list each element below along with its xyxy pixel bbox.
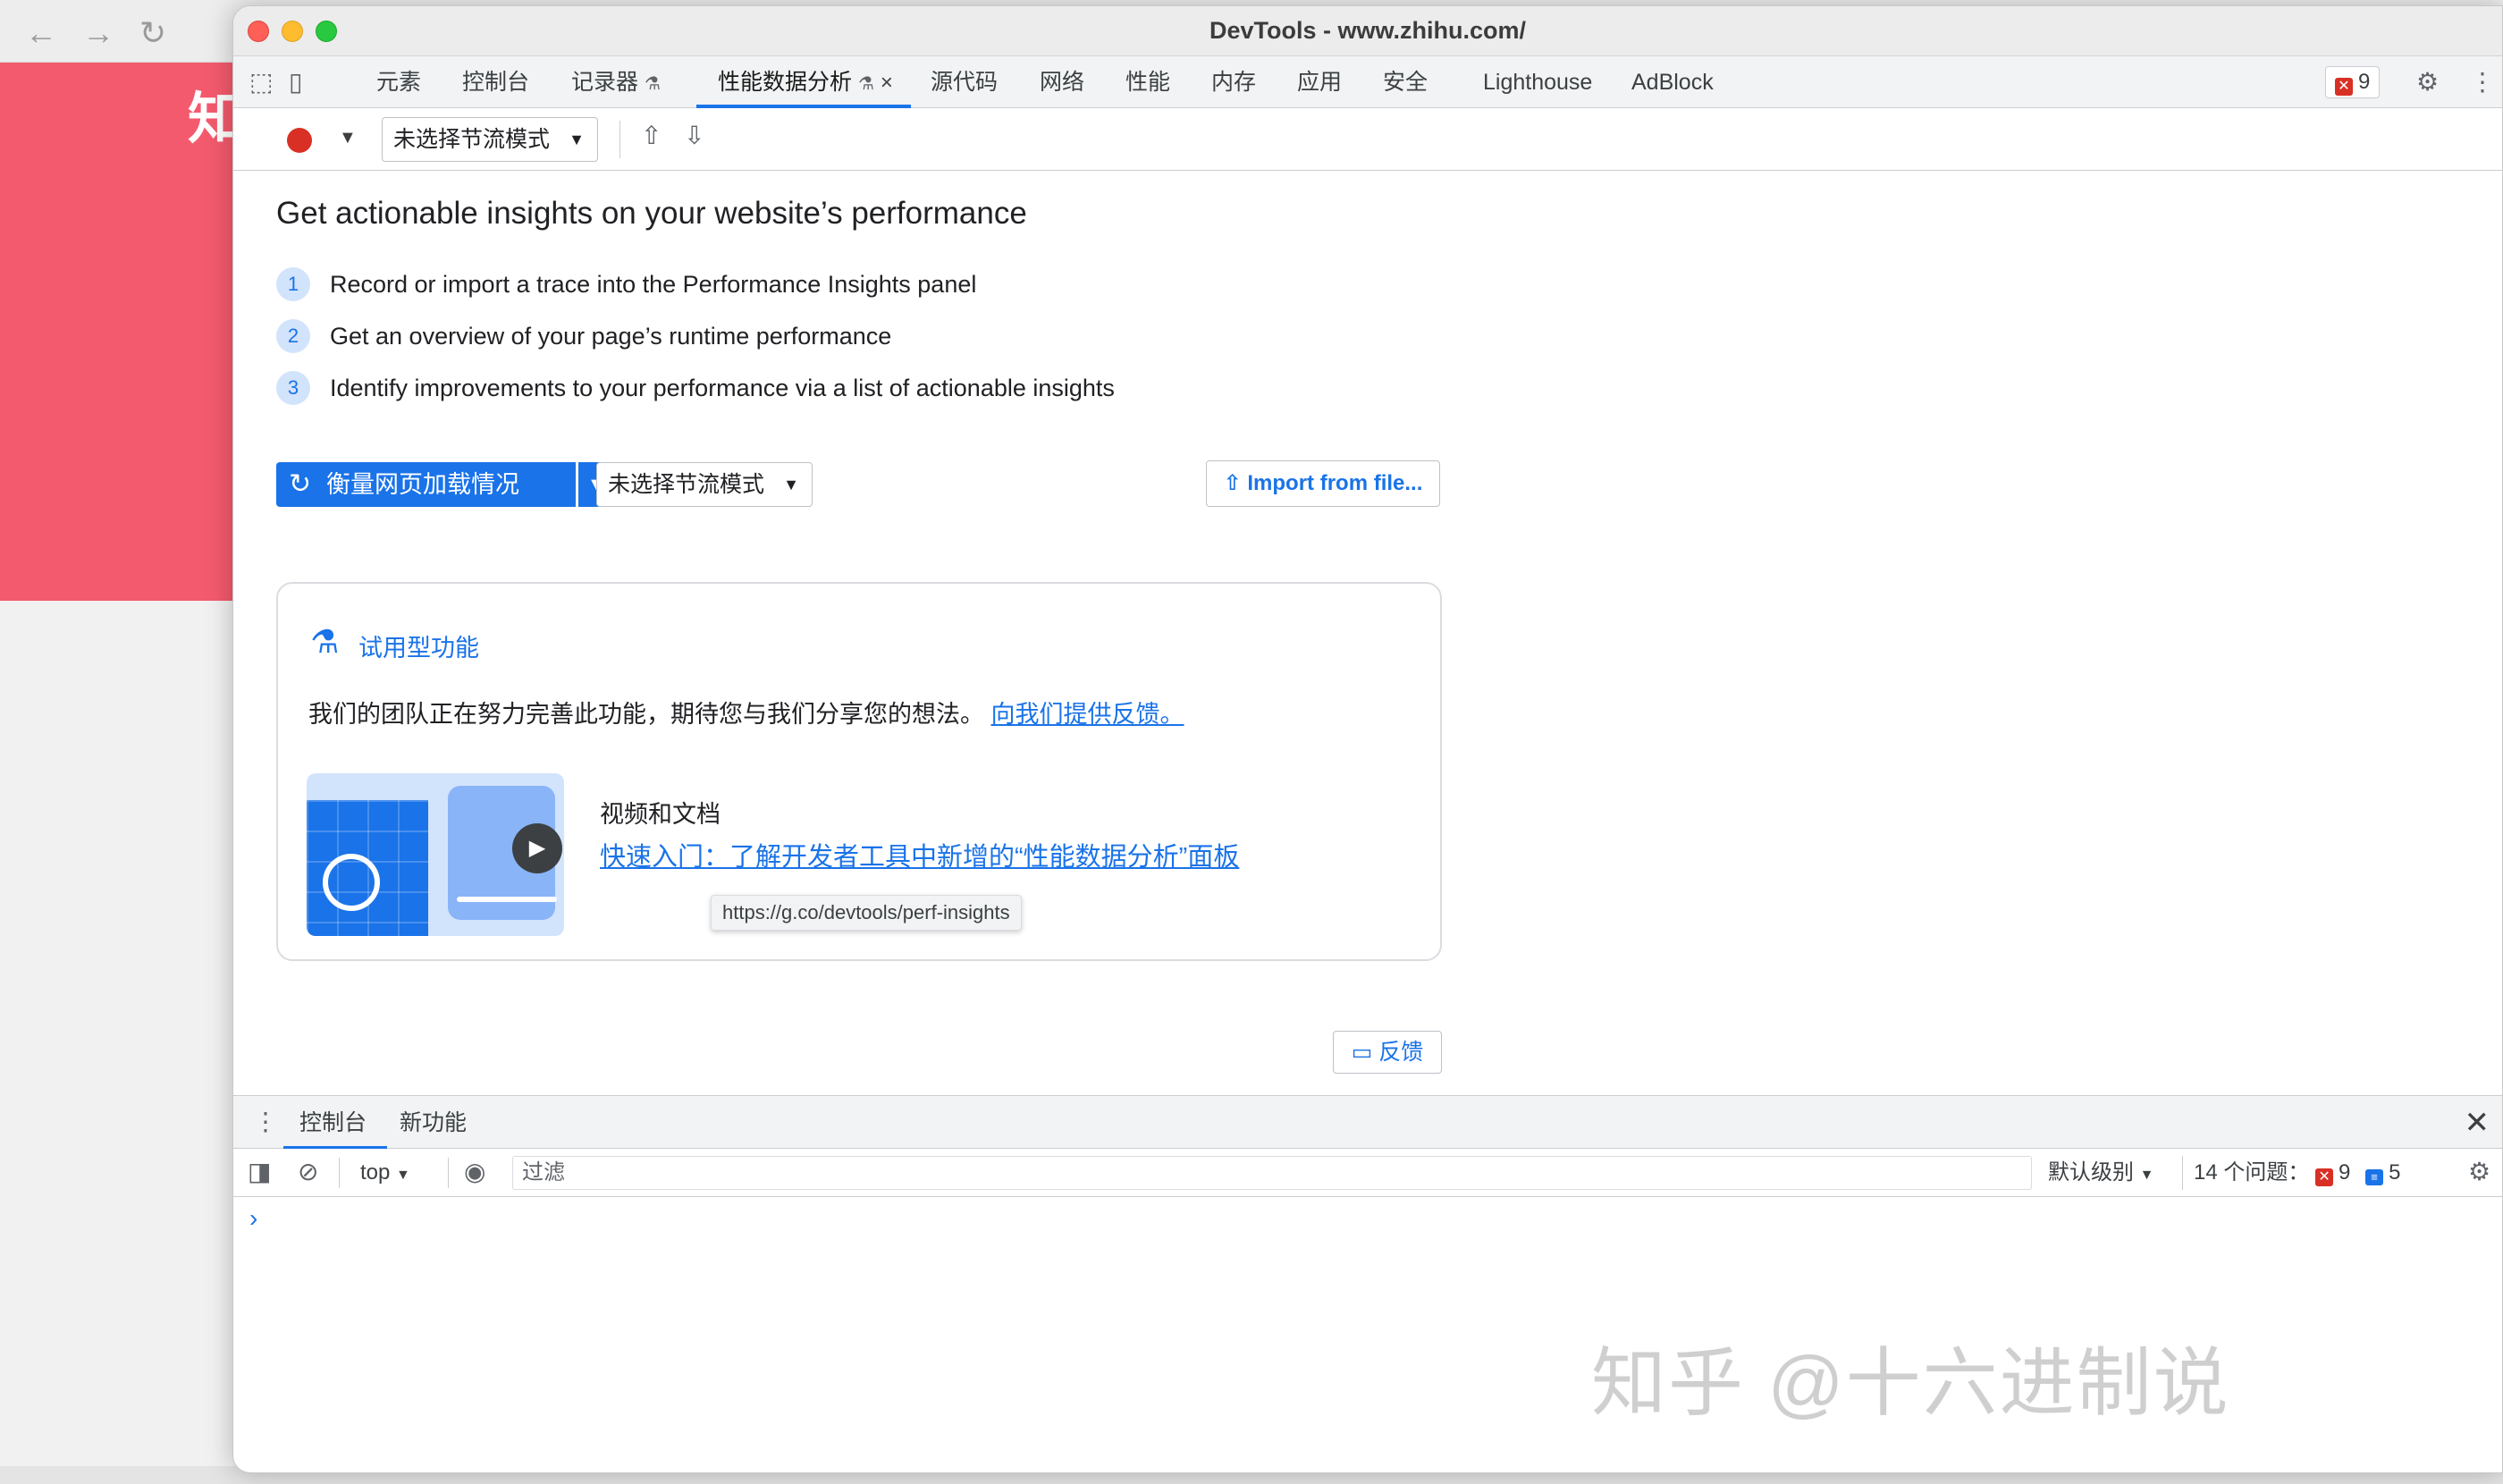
drawer-menu-icon[interactable]: ⋮ (253, 1109, 278, 1135)
context-select-value: top (360, 1160, 391, 1185)
chrome-logo-icon (323, 854, 380, 911)
page-title: Get actionable insights on your website’… (276, 196, 1027, 231)
error-count: 9 (2358, 70, 2371, 94)
feedback-button[interactable]: ▭ 反馈 (1333, 1031, 1442, 1074)
drawer-tab-whats-new[interactable]: 新功能 (400, 1096, 467, 1150)
tab-network[interactable]: 网络 (1040, 56, 1084, 108)
tab-recorder-label: 记录器 (571, 70, 639, 95)
play-icon[interactable]: ▶ (512, 823, 562, 873)
import-from-file-label: Import from file... (1247, 471, 1423, 495)
console-prompt[interactable]: › (249, 1204, 257, 1233)
back-icon[interactable]: ← (25, 14, 57, 52)
import-from-file-button[interactable]: ⇧ Import from file... (1206, 460, 1440, 507)
card-title: 试用型功能 (358, 635, 479, 662)
tab-console[interactable]: 控制台 (462, 56, 529, 108)
tab-application[interactable]: 应用 (1297, 56, 1342, 108)
export-icon[interactable]: ⇧ (641, 122, 662, 149)
tab-lighthouse[interactable]: Lighthouse (1483, 56, 1592, 108)
console-filter-input[interactable]: 过滤 (512, 1156, 2032, 1190)
watermark: 知乎 @十六进制说 (1591, 1341, 2230, 1425)
quick-start-link[interactable]: 快速入门：了解开发者工具中新增的“性能数据分析”面板 (600, 836, 1239, 873)
chevron-down-icon: ▼ (569, 131, 585, 148)
drawer-tab-console[interactable]: 控制台 (299, 1096, 367, 1150)
console-toolbar: ◨ ⊘ top ▼ ◉ 过滤 默认级别 ▼ 14 个问题： ✕ 9 ≡ 5 ⚙ (233, 1149, 2502, 1197)
tab-elements[interactable]: 元素 (376, 56, 421, 108)
record-menu-chevron-down-icon[interactable]: ▼ (339, 128, 357, 148)
step-number: 2 (276, 319, 310, 353)
tab-performance-insights[interactable]: 性能数据分析 ⚗ × (718, 56, 893, 108)
devtools-window: DevTools - www.zhihu.com/ ⬚ ▯ 元素 控制台 记录器… (232, 5, 2503, 1473)
feedback-link[interactable]: 向我们提供反馈。 (991, 701, 1184, 728)
flask-icon: ⚗ (310, 623, 340, 660)
content-throttle-select[interactable]: 未选择节流模式 ▼ (596, 462, 813, 507)
close-drawer-icon[interactable]: ✕ (2465, 1105, 2490, 1141)
throttle-select[interactable]: 未选择节流模式 ▼ (382, 117, 598, 162)
issues-error-count: 9 (2339, 1160, 2351, 1185)
log-level-select[interactable]: 默认级别 ▼ (2048, 1159, 2154, 1189)
issues-label: 14 个问题： (2194, 1160, 2310, 1185)
tab-security[interactable]: 安全 (1383, 56, 1428, 108)
gear-icon[interactable]: ⚙ (2416, 69, 2439, 96)
chevron-down-icon: ▼ (783, 476, 799, 493)
tab-recorder[interactable]: 记录器 ⚗ (571, 56, 661, 108)
measure-page-load-label: 衡量网页加载情况 (326, 471, 519, 498)
upload-icon: ⇧ (1223, 471, 1242, 495)
link-tooltip: https://g.co/devtools/perf-insights (711, 895, 1022, 931)
clear-console-icon[interactable]: ⊘ (298, 1158, 318, 1186)
measure-page-load-button[interactable]: ↻ 衡量网页加载情况 (276, 462, 576, 507)
tab-performance[interactable]: 性能 (1125, 56, 1170, 108)
tab-adblock[interactable]: AdBlock (1631, 56, 1714, 108)
toolbar-divider (619, 121, 620, 158)
eye-icon[interactable]: ◉ (464, 1158, 485, 1186)
recorder-flask-icon: ⚗ (644, 74, 661, 94)
feedback-button-label: 反馈 (1378, 1040, 1424, 1065)
reload-icon[interactable]: ↻ (139, 14, 166, 52)
card-description-text: 我们的团队正在努力完善此功能，期待您与我们分享您的想法。 (308, 701, 984, 728)
chevron-down-icon: ▼ (396, 1168, 410, 1183)
perf-insights-toolbar: ▼ 未选择节流模式 ▼ ⇧ ⇩ (233, 108, 2502, 171)
console-divider (339, 1158, 340, 1188)
window-title: DevTools - www.zhihu.com/ (1209, 17, 1527, 44)
tab-memory[interactable]: 内存 (1211, 56, 1256, 108)
tab-sources[interactable]: 源代码 (931, 56, 998, 108)
step-text: Get an overview of your page’s runtime p… (330, 323, 892, 350)
step-number: 3 (276, 371, 310, 405)
error-icon: ✕ (2335, 78, 2353, 96)
sidebar-toggle-icon[interactable]: ◨ (248, 1158, 271, 1186)
record-button[interactable] (287, 128, 312, 153)
import-icon[interactable]: ⇩ (684, 122, 704, 149)
tab-performance-insights-label: 性能数据分析 (718, 70, 853, 95)
log-level-value: 默认级别 (2048, 1160, 2134, 1185)
forward-icon[interactable]: → (82, 14, 114, 52)
video-thumbnail[interactable]: ▶ (307, 773, 564, 936)
panel-tab-strip: ⬚ ▯ 元素 控制台 记录器 ⚗ 性能数据分析 ⚗ × 源代码 网络 性能 内存… (233, 56, 2502, 108)
chevron-down-icon: ▼ (2139, 1168, 2154, 1183)
card-description: 我们的团队正在努力完善此功能，期待您与我们分享您的想法。 向我们提供反馈。 (308, 695, 1184, 729)
step-text: Identify improvements to your performanc… (330, 375, 1115, 401)
issues-counter[interactable]: 14 个问题： ✕ 9 ≡ 5 (2182, 1156, 2411, 1190)
device-toolbar-icon[interactable]: ▯ (289, 69, 302, 96)
thumbnail-progress-bar (457, 897, 557, 902)
more-options-icon[interactable]: ⋮ (2470, 69, 2495, 96)
info-icon: ≡ (2365, 1169, 2384, 1185)
comment-icon: ▭ (1351, 1040, 1373, 1065)
error-count-badge[interactable]: ✕ 9 (2325, 66, 2381, 98)
reload-icon: ↻ (289, 469, 312, 499)
throttle-select-value: 未选择节流模式 (393, 127, 551, 152)
inspect-element-icon[interactable]: ⬚ (249, 69, 273, 96)
error-icon: ✕ (2315, 1168, 2334, 1186)
close-tab-icon[interactable]: × (881, 71, 893, 95)
step-text: Record or import a trace into the Perfor… (330, 271, 977, 298)
title-bar: DevTools - www.zhihu.com/ (233, 6, 2502, 56)
perf-flask-icon: ⚗ (857, 74, 874, 94)
console-divider (448, 1158, 449, 1188)
issues-info-count: 5 (2389, 1160, 2401, 1185)
console-settings-gear-icon[interactable]: ⚙ (2468, 1158, 2490, 1186)
video-docs-label: 视频和文档 (600, 801, 721, 828)
experimental-feature-card: ⚗ 试用型功能 我们的团队正在努力完善此功能，期待您与我们分享您的想法。 向我们… (276, 582, 1442, 961)
content-throttle-select-value: 未选择节流模式 (608, 472, 765, 497)
drawer-tab-strip: ⋮ 控制台 新功能 ✕ (233, 1095, 2502, 1150)
step-number: 1 (276, 267, 310, 301)
context-select[interactable]: top ▼ (360, 1159, 410, 1189)
